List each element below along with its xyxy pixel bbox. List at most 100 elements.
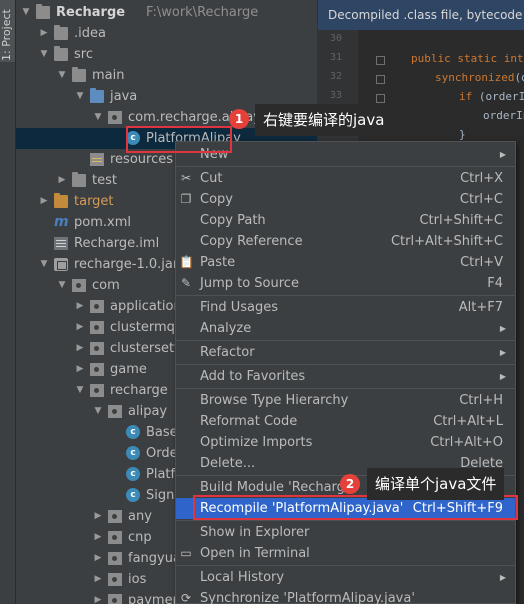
expand-arrow-down-icon[interactable]: ▼	[92, 107, 104, 128]
expand-arrow-right-icon[interactable]: ▶	[92, 548, 104, 569]
tree-row-label: pom.xml	[74, 215, 131, 230]
folder-icon	[54, 25, 68, 40]
expand-arrow-right-icon[interactable]: ▶	[92, 590, 104, 604]
menu-item-shortcut: Alt+F7	[458, 300, 503, 315]
menu-item[interactable]: Copy Reference Ctrl+Alt+Shift+C	[176, 231, 515, 252]
menu-item-label: Copy	[200, 192, 233, 207]
expand-arrow-right-icon[interactable]: ▶	[74, 338, 86, 359]
expand-arrow-right-icon[interactable]: ▶	[56, 170, 68, 191]
annotation-box-1	[126, 126, 232, 153]
clipboard-icon: 📋	[179, 255, 194, 269]
code-text: }	[459, 128, 466, 141]
expand-arrow-right-icon[interactable]: ▶	[74, 317, 86, 338]
expand-arrow-right-icon[interactable]: ▶	[38, 191, 50, 212]
jar-icon	[54, 258, 68, 271]
menu-separator	[176, 364, 515, 365]
tree-row-label: cnp	[128, 530, 152, 545]
package-icon	[90, 363, 104, 376]
expand-arrow-right-icon[interactable]: ▶	[38, 23, 50, 44]
menu-item[interactable]: Copy Path Ctrl+Shift+C	[176, 210, 515, 231]
line-number: 33	[329, 90, 342, 101]
code-text: (ord	[514, 71, 524, 84]
fold-marker-icon[interactable]	[376, 56, 385, 65]
expand-arrow-down-icon[interactable]: ▼	[20, 2, 32, 23]
menu-item-label: Add to Favorites	[200, 369, 306, 384]
menu-item[interactable]: Add to Favorites ▶	[176, 366, 515, 387]
expand-arrow-right-icon[interactable]: ▶	[92, 527, 104, 548]
menu-item-shortcut: Ctrl+Alt+O	[430, 435, 503, 450]
context-menu: New ▶ ✂ Cut Ctrl+X ❐ Copy Ctrl+C Copy Path Ctrl+S…	[175, 141, 516, 604]
folder-icon	[72, 67, 86, 82]
menu-item[interactable]: ✎ Jump to Source F4	[176, 273, 515, 294]
expand-arrow-right-icon[interactable]: ▶	[92, 569, 104, 590]
menu-item[interactable]: Local History ▶	[176, 567, 515, 588]
package-icon	[108, 552, 122, 565]
menu-item[interactable]: Find Usages Alt+F7	[176, 297, 515, 318]
tree-row[interactable]: ▶ .idea	[16, 23, 317, 44]
menu-item-label: Copy Path	[200, 213, 266, 228]
menu-separator	[176, 565, 515, 566]
project-tool-tab-label: 1: Project	[0, 9, 13, 61]
tree-row-label: alipay	[128, 404, 168, 419]
code-text: orderIn	[483, 109, 524, 122]
menu-item[interactable]: ❐ Copy Ctrl+C	[176, 189, 515, 210]
fold-marker-icon[interactable]	[376, 94, 385, 103]
class-icon	[126, 467, 140, 481]
menu-item[interactable]: Optimize Imports Ctrl+Alt+O	[176, 432, 515, 453]
menu-item-label: Reformat Code	[200, 414, 298, 429]
decompiled-banner: Decompiled .class file, bytecode version	[318, 0, 524, 30]
fold-marker-icon[interactable]	[376, 75, 385, 84]
code-keyword: synchronized	[435, 71, 515, 84]
menu-item[interactable]: ⟳ Synchronize 'PlatformAlipay.java'	[176, 588, 515, 604]
tree-row-label: src	[74, 47, 93, 62]
package-icon	[90, 384, 104, 397]
package-icon	[90, 321, 104, 334]
menu-item[interactable]: Show in Explorer	[176, 522, 515, 543]
menu-item[interactable]: Refactor ▶	[176, 342, 515, 363]
package-icon	[90, 342, 104, 355]
menu-item-shortcut: F4	[487, 276, 503, 291]
expand-arrow-right-icon[interactable]: ▶	[74, 359, 86, 380]
menu-item[interactable]: ▭ Open in Terminal	[176, 543, 515, 564]
maven-icon	[54, 216, 68, 229]
annotation-callout-1: 右键要编译的java	[255, 104, 393, 136]
expand-arrow-down-icon[interactable]: ▼	[56, 65, 68, 86]
tree-row[interactable]: ▼ src	[16, 44, 317, 65]
expand-arrow-down-icon[interactable]: ▼	[74, 380, 86, 401]
expand-arrow-right-icon[interactable]: ▶	[92, 506, 104, 527]
expand-arrow-down-icon[interactable]: ▼	[74, 86, 86, 107]
project-tool-tab[interactable]: 1: Project	[0, 0, 15, 62]
expand-arrow-down-icon[interactable]: ▼	[56, 275, 68, 296]
tree-row[interactable]: ▼ Recharge F:\work\Recharge	[16, 2, 317, 23]
menu-item-label: Optimize Imports	[200, 435, 313, 450]
menu-item[interactable]: ✂ Cut Ctrl+X	[176, 168, 515, 189]
expand-arrow-down-icon[interactable]: ▼	[38, 254, 50, 275]
folder-icon	[54, 46, 68, 61]
menu-item-label: Browse Type Hierarchy	[200, 393, 349, 408]
submenu-arrow-icon: ▶	[499, 372, 506, 381]
menu-item[interactable]: Reformat Code Ctrl+Alt+L	[176, 411, 515, 432]
submenu-arrow-icon: ▶	[499, 348, 506, 357]
menu-item[interactable]: Browse Type Hierarchy Ctrl+H	[176, 390, 515, 411]
code-line: synchronized(ord	[435, 71, 524, 84]
tree-row-label: any	[128, 509, 152, 524]
expand-arrow-down-icon[interactable]: ▼	[38, 44, 50, 65]
menu-separator	[176, 340, 515, 341]
package-icon	[108, 405, 122, 418]
menu-separator	[176, 520, 515, 521]
tree-row-label: Recharge.iml	[74, 236, 160, 251]
menu-item[interactable]: 📋 Paste Ctrl+V	[176, 252, 515, 273]
class-icon	[126, 425, 140, 439]
expand-arrow-right-icon[interactable]: ▶	[74, 296, 86, 317]
tree-row-label: clustermq	[110, 320, 175, 335]
package-icon	[90, 300, 104, 313]
tree-row-label: .idea	[74, 26, 106, 41]
submenu-arrow-icon: ▶	[499, 324, 506, 333]
tree-row[interactable]: ▼ main	[16, 65, 317, 86]
tree-row-label: java	[110, 89, 138, 104]
line-number: 31	[329, 52, 342, 63]
expand-arrow-down-icon[interactable]: ▼	[92, 401, 104, 422]
submenu-arrow-icon: ▶	[499, 573, 506, 582]
tree-row-label: ios	[128, 572, 147, 587]
menu-item[interactable]: Analyze ▶	[176, 318, 515, 339]
